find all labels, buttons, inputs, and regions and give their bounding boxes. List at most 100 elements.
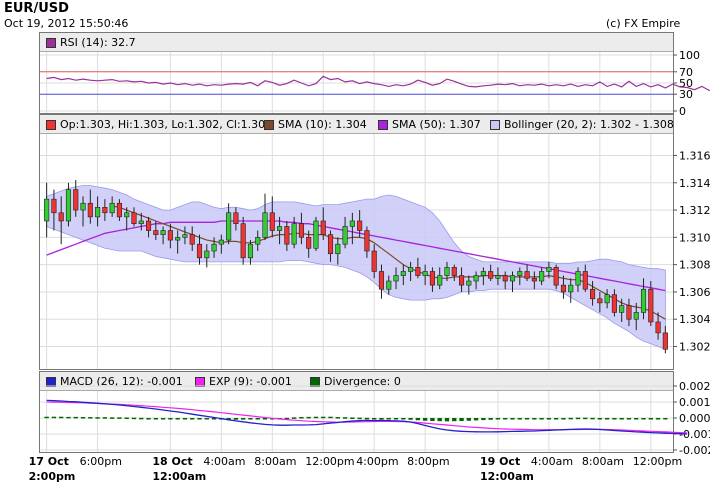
candle-body bbox=[109, 202, 115, 214]
x-tick-label: 12:00pm bbox=[632, 455, 683, 468]
x-tick-sublabel: 2:00pm bbox=[28, 470, 76, 483]
candle-body bbox=[408, 267, 414, 272]
divergence-bar bbox=[452, 418, 457, 422]
candle-body bbox=[51, 198, 57, 214]
y-tick-label: 1.302 bbox=[679, 341, 710, 354]
candle-body bbox=[509, 275, 516, 282]
candle-body bbox=[517, 271, 523, 276]
divergence-bar bbox=[372, 418, 377, 420]
candle-body bbox=[619, 305, 625, 313]
candle-body bbox=[502, 275, 508, 282]
divergence-bar bbox=[422, 418, 428, 421]
candle-body bbox=[189, 234, 195, 245]
divergence-bar bbox=[321, 416, 326, 419]
candle-body bbox=[175, 237, 181, 241]
divergence-bar bbox=[109, 417, 115, 419]
candle-body bbox=[247, 243, 254, 259]
y-tick-label: 0.001 bbox=[679, 396, 710, 409]
divergence-bar bbox=[160, 418, 166, 420]
x-tick-label: 17 Oct bbox=[28, 455, 69, 468]
candle-body bbox=[80, 202, 86, 211]
divergence-bar bbox=[604, 418, 610, 420]
divergence-bar bbox=[568, 417, 573, 420]
divergence-bar bbox=[546, 418, 552, 420]
candle-body bbox=[196, 243, 203, 259]
divergence-bar bbox=[102, 417, 108, 419]
candle-body bbox=[386, 280, 392, 290]
candle-body bbox=[131, 212, 137, 225]
divergence-bar bbox=[248, 418, 253, 420]
candle-body bbox=[626, 305, 632, 320]
x-tick-label: 4:00pm bbox=[356, 455, 399, 468]
candle-body bbox=[662, 332, 668, 350]
divergence-bar bbox=[168, 418, 173, 420]
candle-body bbox=[553, 267, 559, 286]
divergence-bar bbox=[459, 418, 464, 422]
price-plot: 1.302 1.304 1.306 1.308 1.310 1.312 1.314 1.316 bbox=[40, 134, 710, 369]
divergence-bar bbox=[473, 418, 479, 421]
candle-body bbox=[58, 212, 64, 222]
candle-body bbox=[539, 271, 545, 282]
x-tick-label: 4:00am bbox=[203, 455, 246, 468]
x-tick-sublabel: 12:00am bbox=[152, 470, 207, 483]
divergence-bar bbox=[663, 418, 668, 420]
divergence-bar bbox=[233, 418, 239, 420]
divergence-bar bbox=[386, 418, 391, 420]
rsi-panel: RSI (14): 32.7 0 30 50 70 100 bbox=[39, 32, 710, 118]
divergence-bar bbox=[95, 417, 100, 419]
candle-body bbox=[277, 226, 283, 231]
candle-body bbox=[182, 234, 188, 238]
candle-body bbox=[371, 250, 377, 272]
divergence-bar bbox=[612, 418, 617, 420]
divergence-bar bbox=[495, 418, 501, 420]
divergence-bar bbox=[648, 418, 653, 420]
divergence-bar bbox=[66, 416, 71, 419]
y-tick-label: 100 bbox=[679, 49, 700, 62]
divergence-bar bbox=[575, 417, 581, 420]
divergence-bar bbox=[255, 418, 260, 420]
candle-body bbox=[167, 230, 173, 241]
divergence-bar bbox=[117, 417, 122, 419]
candle-body bbox=[393, 275, 399, 282]
y-tick-label: 70 bbox=[679, 66, 693, 79]
candle-body bbox=[44, 198, 50, 222]
divergence-bar bbox=[306, 416, 311, 419]
candle-body bbox=[364, 230, 370, 252]
candle-body bbox=[349, 220, 355, 227]
candle-body bbox=[611, 294, 617, 313]
copyright-label: (c) FX Empire bbox=[606, 17, 681, 30]
divergence-bar bbox=[597, 418, 603, 420]
candle-body bbox=[284, 226, 290, 245]
candle-body bbox=[488, 271, 494, 279]
candle-body bbox=[648, 288, 654, 323]
exp-line bbox=[46, 401, 688, 434]
divergence-bar bbox=[444, 418, 450, 422]
divergence-bar bbox=[634, 418, 639, 420]
candle-body bbox=[597, 298, 603, 304]
divergence-bar bbox=[59, 416, 64, 419]
x-tick-label: 6:00pm bbox=[79, 455, 122, 468]
candle-body bbox=[240, 223, 246, 259]
divergence-bar bbox=[488, 418, 493, 420]
divergence-bar bbox=[80, 417, 86, 419]
divergence-bar bbox=[335, 417, 340, 419]
candle-body bbox=[546, 267, 552, 272]
candle-body bbox=[495, 275, 501, 279]
x-tick-label: 12:00pm bbox=[305, 455, 355, 468]
x-tick-sublabel: 12:00am bbox=[479, 470, 534, 483]
candle-body bbox=[255, 237, 261, 245]
candle-body bbox=[655, 321, 661, 334]
candle-body bbox=[73, 189, 79, 211]
candle-body bbox=[204, 250, 210, 259]
divergence-bar bbox=[146, 418, 151, 420]
divergence-bar bbox=[539, 418, 544, 420]
y-tick-label: 1.310 bbox=[679, 231, 710, 244]
candle-body bbox=[291, 223, 297, 245]
divergence-bar bbox=[408, 418, 413, 420]
y-tick-label: 1.304 bbox=[679, 313, 710, 326]
divergence-bar bbox=[583, 417, 588, 420]
y-tick-label: 1.314 bbox=[679, 177, 710, 190]
candle-body bbox=[437, 275, 443, 286]
candle-body bbox=[298, 223, 304, 238]
divergence-bar bbox=[139, 417, 144, 420]
